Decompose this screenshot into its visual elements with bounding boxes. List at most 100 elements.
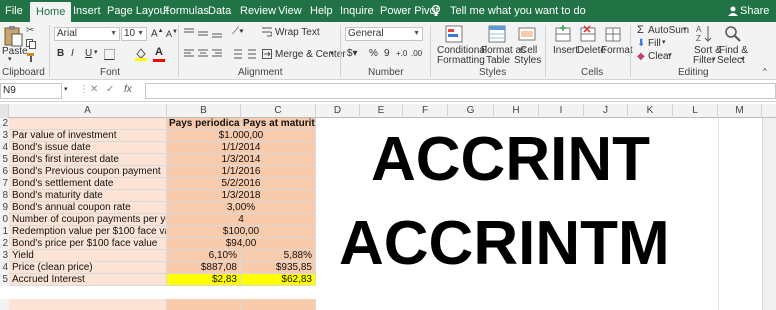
merged-value-cell[interactable]: 1/3/2018 [167, 190, 316, 202]
merged-value-cell[interactable]: 5/2/2016 [167, 178, 316, 190]
merged-value-cell[interactable]: 4 [167, 214, 316, 226]
tab-data[interactable]: Data [208, 0, 231, 22]
font-name-combo[interactable]: Arial ▼ [54, 27, 120, 41]
select-all-corner[interactable] [0, 104, 9, 118]
merge-dropdown-icon[interactable]: ▾ [330, 49, 334, 57]
align-top-icons[interactable] [184, 28, 224, 38]
row-header[interactable]: 2 [0, 118, 9, 130]
tell-me-search[interactable]: Tell me what you want to do [450, 0, 586, 22]
fill-dropdown-icon[interactable]: ▾ [662, 38, 666, 46]
increase-font-icon[interactable]: A▲ [151, 28, 164, 39]
row-header[interactable]: 2 [0, 238, 9, 250]
row-label-cell[interactable]: Par value of investment [9, 130, 167, 142]
share-button[interactable]: Share [740, 0, 769, 22]
row-label-cell[interactable]: Bond's Previous coupon payment [9, 166, 167, 178]
clear-icon[interactable]: ◆ [637, 51, 645, 62]
tab-file[interactable]: File [5, 0, 23, 22]
column-header-i[interactable]: I [539, 104, 584, 118]
wrap-text-icon[interactable] [262, 27, 272, 38]
row-label-cell[interactable]: Bond's first interest date [9, 154, 167, 166]
paste-dropdown-icon[interactable]: ▾ [8, 55, 12, 63]
column-header-g[interactable]: G [448, 104, 494, 118]
number-format-combo[interactable]: General ▼ [345, 27, 423, 41]
align-left-center-right-icons[interactable] [184, 49, 224, 59]
column-header-l[interactable]: L [673, 104, 718, 118]
merged-value-cell[interactable]: 1/3/2014 [167, 154, 316, 166]
tab-insert[interactable]: Insert [73, 0, 101, 22]
row-header[interactable]: 5 [0, 274, 9, 286]
formula-input[interactable] [145, 83, 776, 99]
conditional-formatting-icon[interactable] [445, 25, 463, 43]
decrease-font-icon[interactable]: A▼ [166, 29, 178, 39]
name-box-dropdown-icon[interactable]: ▾ [64, 85, 68, 93]
collapse-ribbon-icon[interactable]: ^ [763, 67, 767, 76]
indent-icons[interactable] [230, 49, 260, 59]
orientation-icon[interactable]: ⟋▾ [232, 26, 244, 37]
fill-icon[interactable]: ⬇ [637, 38, 645, 49]
column-header-h[interactable]: H [494, 104, 539, 118]
fill-button[interactable]: Fill [648, 38, 661, 49]
pays-at-maturity-cell[interactable]: $998,68 [241, 299, 316, 310]
paste-icon[interactable] [3, 25, 23, 47]
column-header-a[interactable]: A [9, 104, 167, 118]
row-label-cell[interactable]: Bond's maturity date [9, 190, 167, 202]
row-header[interactable]: 1 [0, 226, 9, 238]
currency-format-icon[interactable]: $▾ [347, 48, 358, 59]
tab-power-pivot[interactable]: Power Pivot [380, 0, 439, 22]
decrease-decimal-icon[interactable]: .00 [411, 49, 422, 58]
row-label-cell[interactable]: Redemption value per $100 face value [9, 226, 167, 238]
row-header[interactable]: 3 [0, 250, 9, 262]
autosum-dropdown-icon[interactable]: ▾ [683, 25, 687, 33]
sort-filter-icon[interactable]: AZ [696, 24, 714, 44]
tab-home[interactable]: Home [30, 2, 72, 22]
row-header[interactable]: 4 [0, 262, 9, 274]
paste-label[interactable]: Paste [2, 46, 28, 57]
format-cells-icon[interactable] [605, 25, 621, 43]
format-cells-button[interactable]: Format [601, 45, 633, 56]
format-as-table-label2[interactable]: Table [486, 55, 510, 66]
font-color-icon[interactable]: A [155, 46, 163, 58]
worksheet-grid[interactable]: A B C D E F G H I J K L M 2 Pays periodic… [0, 104, 776, 310]
tab-help[interactable]: Help [310, 0, 333, 22]
merged-value-cell[interactable]: 1/1/2014 [167, 142, 316, 154]
name-box[interactable]: N9 [0, 83, 62, 99]
row-label-cell[interactable]: Bond's annual coupon rate [9, 202, 167, 214]
merged-value-cell[interactable]: $100,00 [167, 226, 316, 238]
row-header[interactable]: 6 [0, 166, 9, 178]
merge-center-icon[interactable] [262, 49, 272, 59]
tab-review[interactable]: Review [240, 0, 276, 22]
row-label-cell[interactable] [9, 118, 167, 130]
pays-at-maturity-cell[interactable]: Pays at maturity [241, 118, 316, 130]
merged-value-cell[interactable]: 3,00% [167, 202, 316, 214]
pays-periodically-cell[interactable]: $887,08 [167, 262, 241, 274]
row-header[interactable]: 0 [0, 214, 9, 226]
merged-value-cell[interactable]: $94,00 [167, 238, 316, 250]
borders-icon[interactable] [104, 49, 115, 60]
tab-formulas[interactable]: Formulas [163, 0, 209, 22]
pays-at-maturity-cell[interactable]: $935,85 [241, 262, 316, 274]
tab-view[interactable]: View [278, 0, 302, 22]
column-header-c[interactable]: C [241, 104, 316, 118]
insert-cells-icon[interactable] [555, 25, 571, 43]
row-header[interactable]: 4 [0, 142, 9, 154]
underline-button[interactable]: U [85, 48, 92, 59]
vertical-scrollbar[interactable] [762, 118, 776, 310]
column-header-f[interactable]: F [403, 104, 448, 118]
tab-page-layout[interactable]: Page Layout [107, 0, 169, 22]
row-label-cell[interactable]: Yield [9, 250, 167, 262]
row-header[interactable]: 8 [0, 190, 9, 202]
merged-value-cell[interactable]: $1.000,00 [167, 130, 316, 142]
bold-button[interactable]: B [57, 48, 64, 59]
row-label-cell[interactable]: Accrued Interest [9, 274, 167, 286]
row-header[interactable]: 9 [0, 202, 9, 214]
autosum-icon[interactable]: Σ [637, 24, 644, 36]
row-header[interactable]: 7 [0, 178, 9, 190]
wrap-text-button[interactable]: Wrap Text [275, 27, 320, 38]
underline-dropdown-icon[interactable]: ▾ [94, 48, 98, 56]
delete-cells-icon[interactable] [580, 25, 596, 43]
row-label-cell[interactable]: Bond's issue date [9, 142, 167, 154]
pays-periodically-cell[interactable]: $889,91 [167, 299, 241, 310]
pays-at-maturity-cell[interactable]: $62,83 [241, 274, 316, 286]
italic-button[interactable]: I [71, 48, 74, 59]
copy-icon[interactable] [26, 39, 36, 49]
